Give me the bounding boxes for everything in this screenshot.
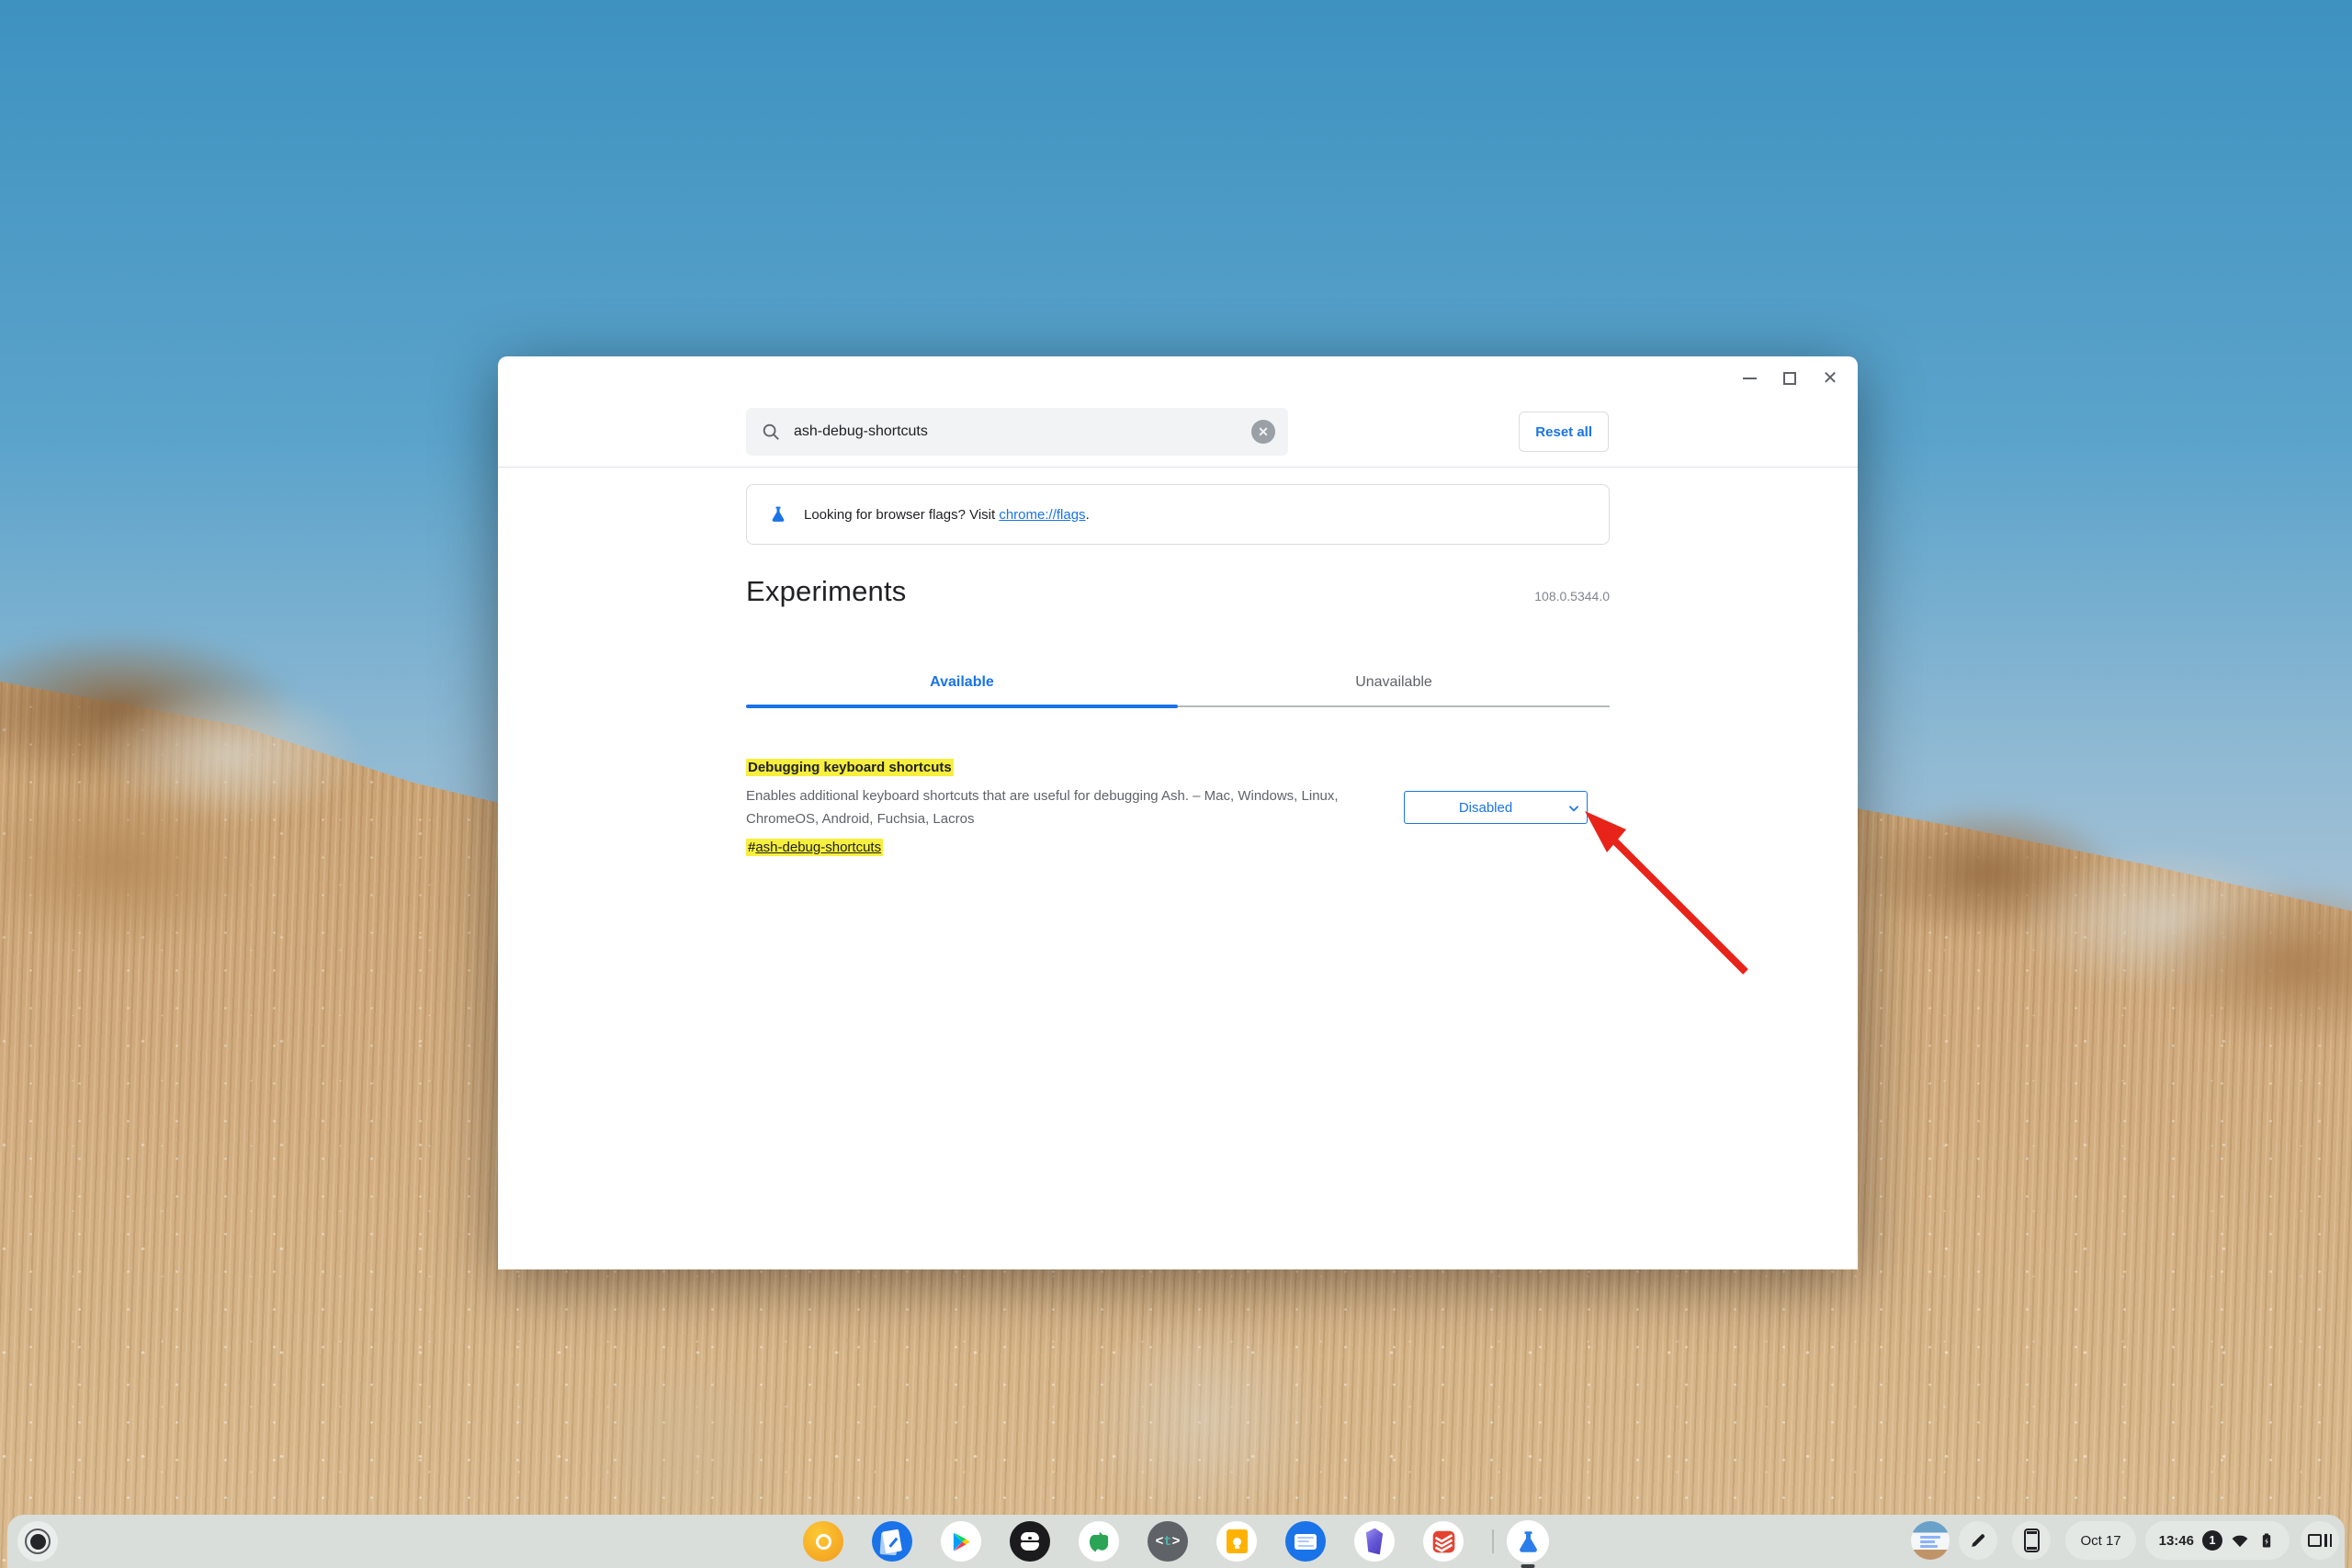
overview-icon [2308, 1534, 2332, 1547]
messages-icon[interactable] [1285, 1521, 1326, 1562]
launcher-icon [25, 1529, 51, 1554]
flags-experiments-icon[interactable] [1507, 1520, 1549, 1562]
chrome-flags-link[interactable]: chrome://flags [999, 507, 1085, 523]
flag-description: Enables additional keyboard shortcuts th… [746, 784, 1389, 830]
google-keep-icon[interactable] [1216, 1521, 1257, 1562]
chromeos-desktop: ✕ ✕ Reset all Looking for browser flags?… [0, 0, 2352, 1568]
chrome-flags-window: ✕ ✕ Reset all Looking for browser flags?… [498, 356, 1858, 1269]
flags-search-box[interactable]: ✕ [746, 408, 1288, 456]
evernote-icon[interactable] [1079, 1521, 1119, 1562]
shelf-apps: <t> [803, 1520, 1549, 1562]
clock: 13:46 [2159, 1533, 2194, 1549]
minimize-button[interactable] [1740, 369, 1758, 388]
banner-text: Looking for browser flags? Visit chrome:… [804, 507, 1090, 523]
banner-suffix: . [1086, 507, 1090, 523]
date-button[interactable]: Oct 17 [2065, 1521, 2135, 1560]
search-input[interactable] [794, 423, 1251, 440]
screenshot-preview-thumbnail[interactable] [1911, 1521, 1950, 1560]
phone-hub-button[interactable] [2012, 1521, 2051, 1560]
play-store-icon[interactable] [941, 1521, 981, 1562]
text-app-glyph: < [1155, 1534, 1163, 1550]
maximize-button[interactable] [1781, 369, 1799, 388]
date-label: Oct 17 [2080, 1533, 2120, 1549]
page-title: Experiments [746, 575, 907, 608]
flag-value: Disabled [1459, 800, 1512, 816]
flask-icon [769, 502, 787, 526]
cursive-icon[interactable] [872, 1521, 912, 1562]
browser-flags-banner: Looking for browser flags? Visit chrome:… [746, 484, 1610, 545]
phone-icon [2024, 1529, 2040, 1552]
active-tab-indicator [746, 705, 1178, 708]
obsidian-icon[interactable] [1354, 1521, 1395, 1562]
banner-prefix: Looking for browser flags? Visit [804, 507, 999, 523]
version-number: 108.0.5344.0 [1534, 589, 1610, 608]
flag-permalink: #ash-debug-shortcuts [746, 839, 883, 856]
search-icon [761, 422, 781, 442]
burger-app-icon[interactable] [1010, 1521, 1050, 1562]
stylus-tools-button[interactable] [1959, 1521, 1997, 1560]
flag-entry: Debugging keyboard shortcuts Enables add… [746, 759, 1610, 856]
header-divider [498, 467, 1858, 468]
shelf: <t> [7, 1515, 2345, 1568]
running-app-indicator [1521, 1564, 1535, 1568]
notification-counter: 1 [2202, 1530, 2222, 1551]
text-app-icon[interactable]: <t> [1148, 1521, 1188, 1562]
status-tray: Oct 17 13:46 1 [1911, 1521, 2339, 1560]
flag-permalink-link[interactable]: ash-debug-shortcuts [755, 840, 881, 855]
chrome-canary-icon[interactable] [803, 1521, 843, 1562]
window-controls: ✕ [1740, 369, 1839, 388]
flag-title: Debugging keyboard shortcuts [746, 759, 954, 776]
flag-value-dropdown[interactable]: Disabled [1404, 791, 1588, 824]
flag-info: Debugging keyboard shortcuts Enables add… [746, 759, 1404, 856]
overview-button[interactable] [2301, 1521, 2339, 1560]
launcher-button[interactable] [17, 1521, 58, 1562]
clear-search-icon[interactable]: ✕ [1251, 420, 1275, 444]
shelf-separator [1492, 1529, 1494, 1553]
tab-unavailable[interactable]: Unavailable [1178, 660, 1610, 705]
todoist-icon[interactable] [1423, 1521, 1464, 1562]
battery-charging-icon [2257, 1530, 2276, 1551]
status-area[interactable]: 13:46 1 [2145, 1521, 2290, 1560]
tab-available[interactable]: Available [746, 660, 1178, 705]
wifi-icon [2231, 1531, 2249, 1550]
reset-all-button[interactable]: Reset all [1519, 412, 1609, 452]
title-row: Experiments 108.0.5344.0 [746, 575, 1610, 608]
tabs: Available Unavailable [746, 660, 1610, 707]
chevron-down-icon [1567, 802, 1580, 815]
close-button[interactable]: ✕ [1821, 369, 1839, 388]
pen-icon [1968, 1530, 1988, 1551]
